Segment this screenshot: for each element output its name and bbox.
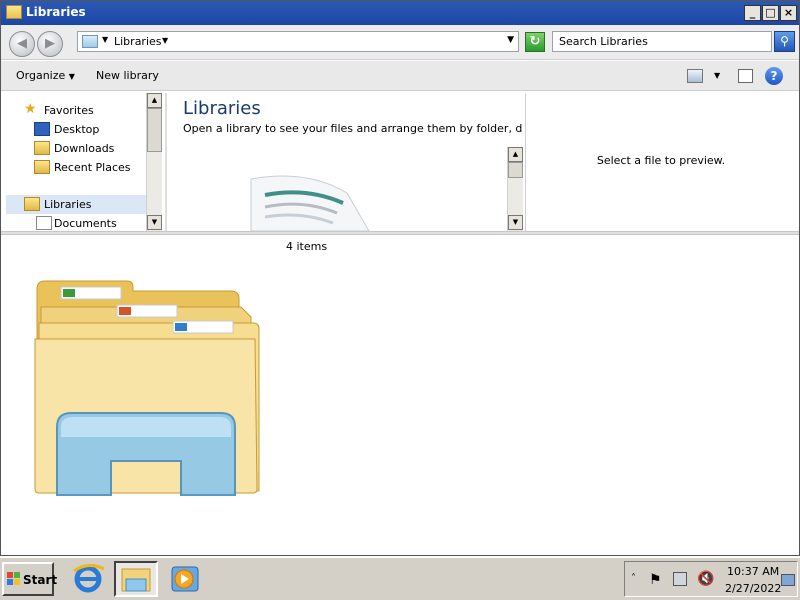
help-icon[interactable]: ?	[765, 67, 783, 85]
nav-libraries-label: Libraries	[44, 198, 92, 211]
address-bar[interactable]: ▼ Libraries ▼ ▼	[77, 31, 519, 52]
recent-places-icon	[34, 160, 50, 174]
preview-pane: Select a file to preview.	[525, 93, 799, 231]
item-count: 4 items	[286, 240, 328, 253]
windows-logo-icon	[7, 572, 20, 585]
show-desktop-icon[interactable]	[781, 574, 795, 586]
nav-documents[interactable]: Documents	[6, 214, 146, 231]
document-illustration-icon	[250, 175, 370, 231]
media-player-icon	[171, 566, 199, 592]
nav-favorites[interactable]: ★ Favorites	[6, 101, 146, 120]
search-icon[interactable]: ⚲	[774, 31, 795, 52]
forward-button[interactable]: ▶	[37, 31, 63, 57]
scroll-up-icon[interactable]: ▲	[147, 93, 162, 108]
libraries-nav-icon	[24, 197, 40, 211]
explorer-window: Libraries _ □ × ◀ ▶ ▼ Libraries ▼ ▼ ↻ Se…	[0, 0, 800, 556]
breadcrumb-chevron-icon[interactable]: ▼	[162, 36, 168, 45]
libraries-folder-icon-large[interactable]	[31, 277, 261, 502]
explorer-folder-icon	[121, 568, 151, 592]
start-label: Start	[23, 573, 58, 587]
pane-splitter[interactable]	[1, 231, 799, 235]
scroll-thumb[interactable]	[147, 108, 162, 152]
network-icon[interactable]	[673, 572, 687, 586]
nav-recent-label: Recent Places	[54, 161, 131, 174]
libraries-folder-icon	[6, 5, 22, 19]
view-options-chevron-icon[interactable]: ▼	[714, 71, 720, 80]
change-view-icon[interactable]	[687, 69, 703, 83]
start-button[interactable]: Start	[2, 562, 58, 596]
nav-scrollbar[interactable]: ▲ ▼	[146, 93, 162, 231]
breadcrumb-arrow-icon[interactable]: ▼	[102, 35, 108, 44]
library-scrollbar[interactable]: ▲ ▼	[507, 147, 523, 231]
address-dropdown-icon[interactable]: ▼	[507, 35, 514, 45]
taskbar-explorer-button[interactable]	[114, 561, 158, 597]
clock-date[interactable]: 2/27/2022	[725, 582, 781, 595]
back-button[interactable]: ◀	[9, 31, 35, 57]
nav-desktop-label: Desktop	[54, 123, 100, 136]
organize-button[interactable]: Organize ▼	[16, 69, 75, 82]
star-icon: ★	[24, 101, 37, 117]
chevron-down-icon: ▼	[68, 72, 75, 81]
command-bar: Organize ▼ New library ▼ ?	[1, 61, 799, 91]
nav-libraries[interactable]: Libraries	[6, 195, 146, 214]
minimize-button[interactable]: _	[744, 5, 761, 21]
title-bar[interactable]: Libraries _ □ ×	[1, 1, 799, 25]
nav-downloads-label: Downloads	[54, 142, 115, 155]
system-tray: ˄ ⚑ 🔇 10:37 AM 2/27/2022	[624, 561, 798, 597]
taskbar-media-player-button[interactable]	[164, 561, 208, 597]
libraries-icon	[82, 35, 98, 48]
show-hidden-icons-icon[interactable]: ˄	[631, 573, 636, 584]
downloads-icon	[34, 141, 50, 155]
new-library-button[interactable]: New library	[96, 69, 159, 82]
library-description: Open a library to see your files and arr…	[183, 122, 523, 135]
maximize-button[interactable]: □	[762, 5, 779, 21]
page-title: Libraries	[183, 98, 261, 119]
nav-favorites-label: Favorites	[44, 104, 94, 117]
clock-time[interactable]: 10:37 AM	[727, 565, 779, 578]
taskbar: Start ˄ ⚑ 🔇 10:37 AM 2/27/2022	[0, 556, 800, 600]
library-pane: Libraries Open a library to see your fil…	[165, 93, 523, 231]
library-scroll-up-icon[interactable]: ▲	[508, 147, 523, 162]
action-center-flag-icon[interactable]: ⚑	[649, 572, 662, 588]
refresh-button[interactable]: ↻	[525, 32, 545, 52]
nav-desktop[interactable]: Desktop	[6, 120, 146, 139]
preview-pane-icon[interactable]	[738, 69, 753, 83]
preview-message: Select a file to preview.	[596, 154, 726, 167]
address-row: ◀ ▶ ▼ Libraries ▼ ▼ ↻ Search Libraries ⚲	[1, 25, 799, 60]
breadcrumb-libraries[interactable]: Libraries	[114, 35, 162, 48]
taskbar-ie-button[interactable]	[68, 561, 112, 597]
desktop-icon	[34, 122, 50, 136]
documents-icon	[36, 216, 52, 230]
library-scroll-down-icon[interactable]: ▼	[508, 215, 523, 230]
nav-recent-places[interactable]: Recent Places	[6, 158, 146, 177]
close-button[interactable]: ×	[780, 5, 797, 21]
search-input[interactable]: Search Libraries	[552, 31, 772, 52]
window-title: Libraries	[26, 5, 86, 19]
library-scroll-thumb[interactable]	[508, 162, 523, 178]
organize-label: Organize	[16, 69, 66, 82]
nav-downloads[interactable]: Downloads	[6, 139, 146, 158]
internet-explorer-icon	[73, 564, 105, 593]
nav-documents-label: Documents	[54, 217, 117, 230]
volume-muted-icon[interactable]: 🔇	[697, 571, 714, 587]
scroll-down-icon[interactable]: ▼	[147, 215, 162, 230]
navigation-pane: ★ Favorites Desktop Downloads Recent Pla…	[6, 93, 163, 231]
